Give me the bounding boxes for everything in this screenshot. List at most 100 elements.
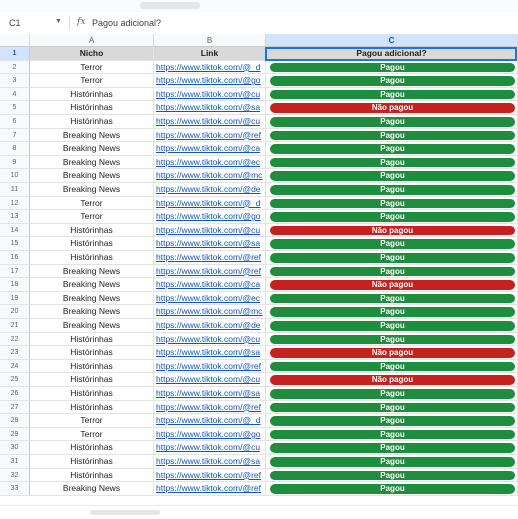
nicho-cell[interactable]: Breaking News — [30, 142, 154, 156]
status-cell[interactable]: Pagou — [266, 305, 518, 319]
column-header-a[interactable]: A — [30, 34, 154, 47]
link-cell[interactable]: https://www.tiktok.com/@cu — [154, 115, 266, 129]
header-nicho[interactable]: Nicho — [30, 47, 154, 61]
row-number[interactable]: 31 — [0, 455, 30, 469]
nicho-cell[interactable]: Breaking News — [30, 278, 154, 292]
row-number[interactable]: 15 — [0, 237, 30, 251]
status-cell[interactable]: Não pagou — [266, 278, 518, 292]
row-number[interactable]: 22 — [0, 332, 30, 347]
link-cell[interactable]: https://www.tiktok.com/@ref — [154, 482, 266, 496]
nicho-cell[interactable]: Histórinhas — [30, 101, 154, 115]
nicho-cell[interactable]: Histórinhas — [30, 237, 154, 251]
row-number[interactable]: 26 — [0, 387, 30, 401]
row-number[interactable]: 17 — [0, 264, 30, 279]
status-cell[interactable]: Pagou — [266, 400, 518, 415]
link-cell[interactable]: https://www.tiktok.com/@sa — [154, 101, 266, 115]
status-cell[interactable]: Pagou — [266, 455, 518, 469]
link-cell[interactable]: https://www.tiktok.com/@sa — [154, 455, 266, 469]
nicho-cell[interactable]: Breaking News — [30, 291, 154, 306]
nicho-cell[interactable]: Breaking News — [30, 183, 154, 197]
row-number[interactable]: 4 — [0, 87, 30, 102]
status-cell[interactable]: Pagou — [266, 332, 518, 347]
row-number[interactable]: 5 — [0, 101, 30, 115]
row-number[interactable]: 13 — [0, 210, 30, 224]
row-number[interactable]: 32 — [0, 468, 30, 483]
link-cell[interactable]: https://www.tiktok.com/@ca — [154, 142, 266, 156]
status-cell[interactable]: Pagou — [266, 482, 518, 496]
link-cell[interactable]: https://www.tiktok.com/@go — [154, 427, 266, 442]
row-number[interactable]: 3 — [0, 74, 30, 88]
status-cell[interactable]: Pagou — [266, 264, 518, 279]
link-cell[interactable]: https://www.tiktok.com/@ca — [154, 278, 266, 292]
select-all-corner[interactable] — [0, 34, 30, 47]
link-cell[interactable]: https://www.tiktok.com/@ref — [154, 251, 266, 265]
header-link[interactable]: Link — [154, 47, 266, 61]
status-cell[interactable]: Pagou — [266, 414, 518, 428]
row-number[interactable]: 21 — [0, 319, 30, 333]
row-number[interactable]: 6 — [0, 115, 30, 129]
status-cell[interactable]: Pagou — [266, 74, 518, 88]
status-cell[interactable]: Não pagou — [266, 346, 518, 360]
nicho-cell[interactable]: Breaking News — [30, 482, 154, 496]
row-number[interactable]: 1 — [0, 47, 30, 61]
nicho-cell[interactable]: Histórinhas — [30, 251, 154, 265]
link-cell[interactable]: https://www.tiktok.com/@cu — [154, 332, 266, 347]
status-cell[interactable]: Pagou — [266, 196, 518, 211]
link-cell[interactable]: https://www.tiktok.com/@ref — [154, 468, 266, 483]
nicho-cell[interactable]: Histórinhas — [30, 441, 154, 455]
status-cell[interactable]: Pagou — [266, 427, 518, 442]
nicho-cell[interactable]: Breaking News — [30, 305, 154, 319]
link-cell[interactable]: https://www.tiktok.com/@go — [154, 210, 266, 224]
link-cell[interactable]: https://www.tiktok.com/@ec — [154, 291, 266, 306]
link-cell[interactable]: https://www.tiktok.com/@de — [154, 319, 266, 333]
link-cell[interactable]: https://www.tiktok.com/@cu — [154, 373, 266, 387]
status-cell[interactable]: Pagou — [266, 115, 518, 129]
nicho-cell[interactable]: Histórinhas — [30, 400, 154, 415]
nicho-cell[interactable]: Terror — [30, 427, 154, 442]
status-cell[interactable]: Pagou — [266, 468, 518, 483]
link-cell[interactable]: https://www.tiktok.com/@de — [154, 183, 266, 197]
status-cell[interactable]: Não pagou — [266, 223, 518, 238]
row-number[interactable]: 9 — [0, 155, 30, 170]
link-cell[interactable]: https://www.tiktok.com/@sa — [154, 387, 266, 401]
row-number[interactable]: 8 — [0, 142, 30, 156]
nicho-cell[interactable]: Breaking News — [30, 169, 154, 183]
link-cell[interactable]: https://www.tiktok.com/@go — [154, 74, 266, 88]
row-number[interactable]: 16 — [0, 251, 30, 265]
row-number[interactable]: 18 — [0, 278, 30, 292]
row-number[interactable]: 11 — [0, 183, 30, 197]
link-cell[interactable]: https://www.tiktok.com/@cu — [154, 87, 266, 102]
row-number[interactable]: 23 — [0, 346, 30, 360]
name-box-dropdown-icon[interactable]: ▼ — [55, 18, 62, 25]
row-number[interactable]: 19 — [0, 291, 30, 306]
row-number[interactable]: 29 — [0, 427, 30, 442]
row-number[interactable]: 20 — [0, 305, 30, 319]
nicho-cell[interactable]: Breaking News — [30, 128, 154, 143]
nicho-cell[interactable]: Histórinhas — [30, 359, 154, 374]
row-number[interactable]: 12 — [0, 196, 30, 211]
nicho-cell[interactable]: Histórinhas — [30, 373, 154, 387]
status-cell[interactable]: Pagou — [266, 251, 518, 265]
row-number[interactable]: 14 — [0, 223, 30, 238]
nicho-cell[interactable]: Histórinhas — [30, 468, 154, 483]
header-pagou-adicional[interactable]: Pagou adicional? — [266, 47, 518, 61]
row-number[interactable]: 27 — [0, 400, 30, 415]
status-cell[interactable]: Pagou — [266, 210, 518, 224]
nicho-cell[interactable]: Histórinhas — [30, 346, 154, 360]
link-cell[interactable]: https://www.tiktok.com/@ref — [154, 400, 266, 415]
nicho-cell[interactable]: Histórinhas — [30, 115, 154, 129]
status-cell[interactable]: Pagou — [266, 183, 518, 197]
link-cell[interactable]: https://www.tiktok.com/@ref — [154, 359, 266, 374]
status-cell[interactable]: Pagou — [266, 237, 518, 251]
link-cell[interactable]: https://www.tiktok.com/@sa — [154, 346, 266, 360]
nicho-cell[interactable]: Histórinhas — [30, 455, 154, 469]
status-cell[interactable]: Não pagou — [266, 101, 518, 115]
status-cell[interactable]: Pagou — [266, 87, 518, 102]
nicho-cell[interactable]: Breaking News — [30, 264, 154, 279]
link-cell[interactable]: https://www.tiktok.com/@cu — [154, 441, 266, 455]
status-cell[interactable]: Pagou — [266, 441, 518, 455]
row-number[interactable]: 25 — [0, 373, 30, 387]
nicho-cell[interactable]: Histórinhas — [30, 387, 154, 401]
link-cell[interactable]: https://www.tiktok.com/@mc — [154, 305, 266, 319]
column-header-c[interactable]: C — [266, 34, 518, 47]
